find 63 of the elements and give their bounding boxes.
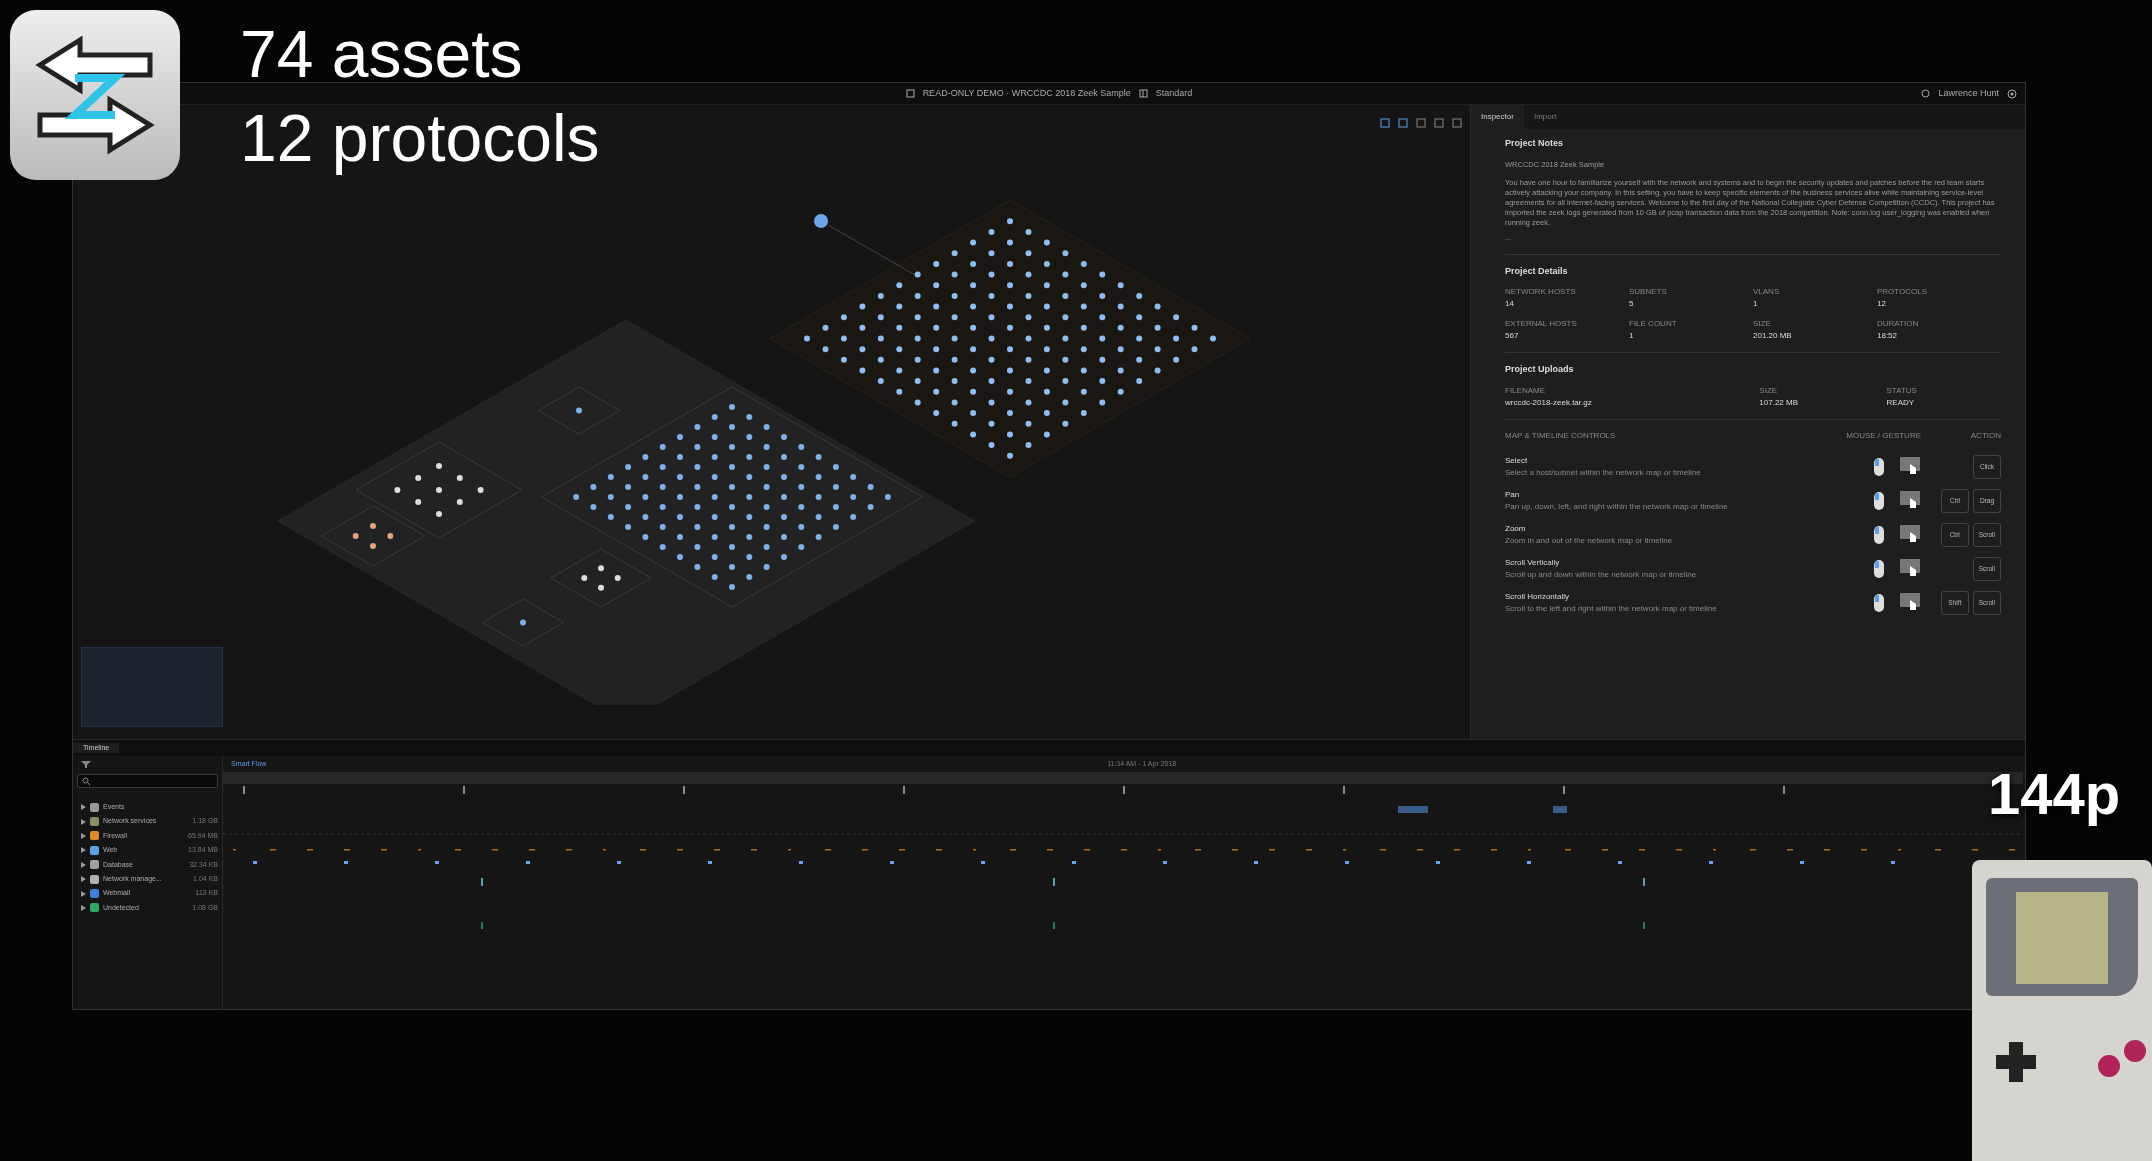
detail-label: PROTOCOLS: [1877, 286, 1929, 299]
upload-label: SIZE: [1759, 384, 1779, 397]
section-heading: Project Notes: [1505, 137, 1565, 150]
search-field[interactable]: [77, 774, 218, 788]
panel-tab[interactable]: Inspector: [1471, 105, 1524, 129]
column-heading: MOUSE / GESTURE: [1846, 429, 1921, 442]
upload-value: READY: [1886, 396, 1916, 409]
overlay-caption: 74 assets: [240, 16, 524, 93]
detail-label: VLANS: [1753, 286, 1781, 299]
external-hosts-group[interactable]: [769, 199, 1251, 478]
control-description: Select a host/subnet within the network map or timeline: [1505, 466, 1701, 479]
detail-value: 201.20 MB: [1753, 330, 1793, 343]
detail-label: FILE COUNT: [1629, 318, 1678, 331]
window-title: READ-ONLY DEMO · WRCCDC 2018 Zeek Sample: [922, 86, 1131, 100]
section-heading: Project Uploads: [1505, 363, 1575, 377]
mouse-icon: [1873, 524, 1885, 545]
minimap[interactable]: [81, 647, 223, 727]
overlay-caption: 12 protocols: [240, 100, 600, 177]
control-description: Zoom in and out of the network map or timeline: [1505, 534, 1673, 547]
control-description: Scroll to the left and right within the network map or timeline: [1505, 602, 1717, 615]
detail-value: 1: [1629, 330, 1635, 343]
control-name: Select: [1505, 454, 1529, 467]
mouse-icon: [1873, 490, 1885, 511]
detail-value: 18:52: [1877, 330, 1899, 343]
mouse-icon: [1873, 456, 1885, 477]
subnet-group[interactable]: [355, 441, 523, 539]
layout-icon: [1138, 89, 1148, 98]
upload-label: FILENAME: [1505, 384, 1546, 397]
panel-tab[interactable]: Import: [1523, 105, 1567, 129]
mouse-icon: [1873, 558, 1885, 579]
mode-label: Standard: [1155, 86, 1193, 100]
control-name: Scroll Horizontally: [1505, 590, 1571, 603]
upload-label: STATUS: [1886, 384, 1918, 397]
control-name: Pan: [1505, 488, 1521, 501]
detail-value: 5: [1629, 298, 1635, 311]
detail-label: NETWORK HOSTS: [1505, 286, 1577, 299]
detail-label: DURATION: [1877, 318, 1920, 331]
detail-value: 14: [1505, 298, 1515, 311]
detail-label: SIZE: [1753, 318, 1772, 331]
column-heading: ACTION: [1969, 429, 2001, 442]
mouse-icon: [1873, 592, 1885, 613]
control-description: Scroll up and down within the network map or timeline: [1505, 568, 1697, 581]
detail-value: 567: [1505, 330, 1520, 343]
detail-label: EXTERNAL HOSTS: [1505, 318, 1578, 331]
search-icon: [82, 777, 90, 785]
filter-icon: [81, 760, 91, 768]
user-name[interactable]: Lawrence Hunt: [1938, 86, 1999, 101]
detail-value: 12: [1877, 298, 1887, 311]
control-name: Zoom: [1505, 522, 1527, 535]
detail-label: SUBNETS: [1629, 286, 1668, 299]
document-icon: [905, 89, 915, 98]
user-icon: [1921, 89, 1931, 98]
detail-value: 1: [1753, 298, 1759, 311]
resolution-label: 144p: [1988, 760, 2121, 828]
upload-value: 107.22 MB: [1759, 396, 1800, 409]
controls-heading: MAP & TIMELINE CONTROLS: [1505, 429, 1616, 442]
settings-icon: [2007, 88, 2017, 99]
subnet-group[interactable]: [541, 386, 923, 608]
upload-value: wrccdc-2018-zeek.tar.gz: [1505, 396, 1593, 409]
section-heading: Project Details: [1505, 264, 1569, 278]
host-node[interactable]: [814, 214, 828, 228]
control-description: Pan up, down, left, and right within the network map or timeline: [1505, 500, 1728, 513]
control-name: Scroll Vertically: [1505, 556, 1561, 569]
